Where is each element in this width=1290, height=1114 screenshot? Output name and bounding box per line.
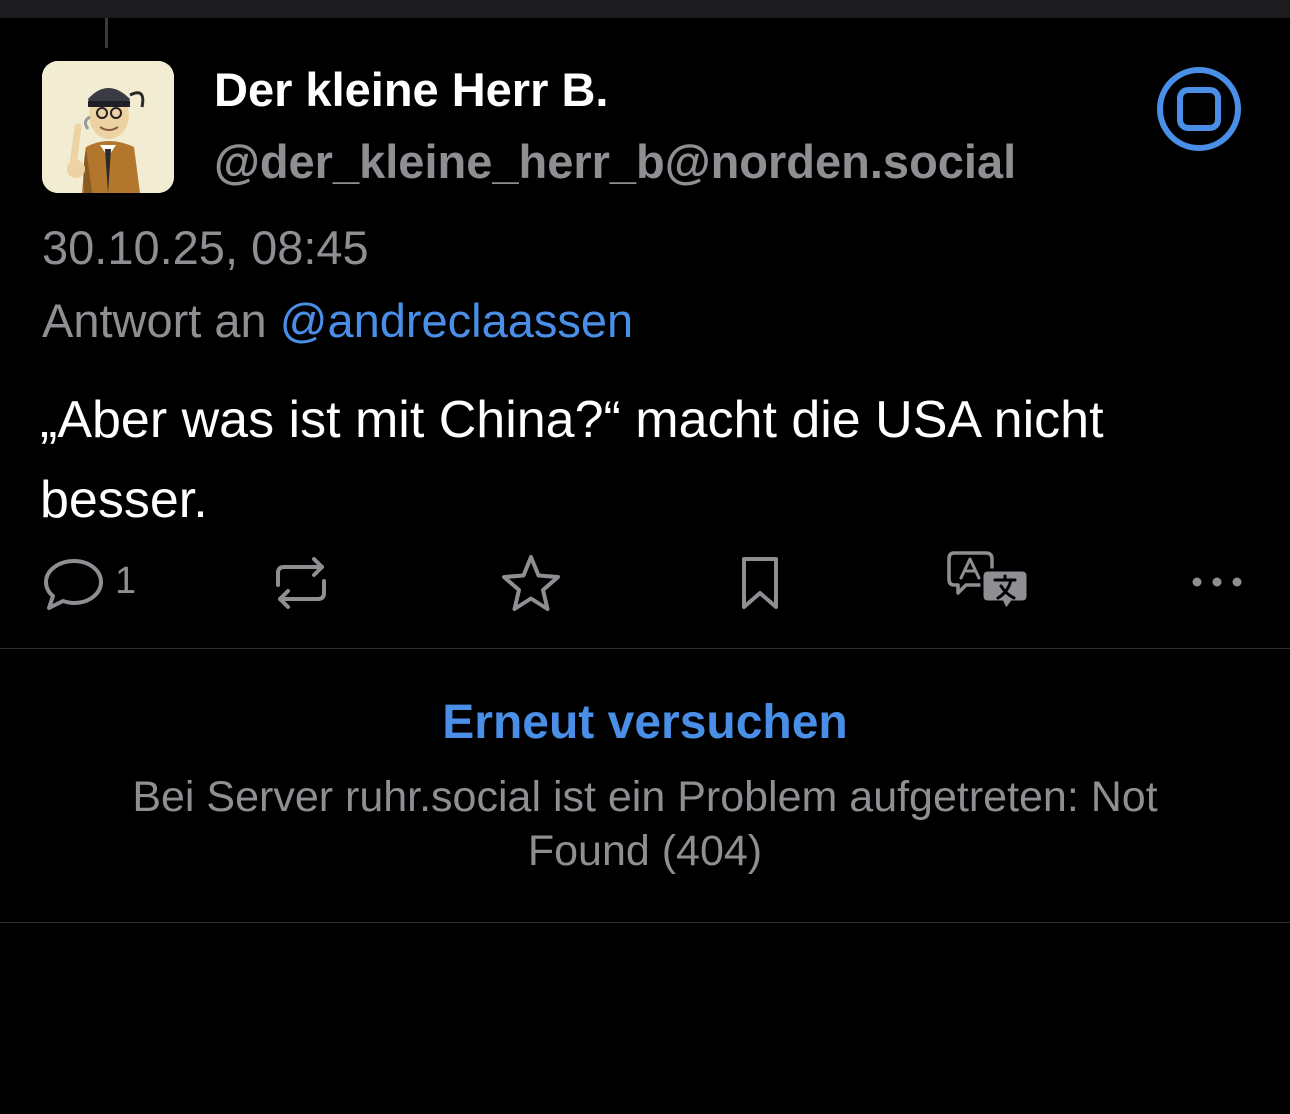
bookmark-icon[interactable] bbox=[738, 553, 782, 613]
error-message: Bei Server ruhr.social ist ein Problem a… bbox=[132, 773, 1158, 875]
account-handle[interactable]: @der_kleine_herr_b@norden.social bbox=[214, 134, 1016, 189]
avatar[interactable] bbox=[42, 61, 174, 193]
star-icon[interactable] bbox=[500, 553, 562, 613]
reply-count: 1 bbox=[115, 560, 137, 602]
top-bar bbox=[0, 0, 1290, 18]
reply-mention-link[interactable]: @andreclaassen bbox=[280, 294, 633, 347]
bot-badge-icon[interactable] bbox=[1156, 66, 1242, 152]
ellipsis-icon[interactable] bbox=[1190, 565, 1244, 625]
divider bbox=[0, 648, 1290, 649]
divider bbox=[0, 922, 1290, 923]
display-name[interactable]: Der kleine Herr B. bbox=[214, 62, 608, 117]
retry-button[interactable]: Erneut versuchen bbox=[0, 695, 1290, 750]
reply-to-line: Antwort an @andreclaassen bbox=[42, 293, 633, 348]
reply-prefix: Antwort an bbox=[42, 294, 267, 347]
post-timestamp: 30.10.25, 08:45 bbox=[42, 221, 369, 274]
repost-arrows-icon[interactable] bbox=[268, 553, 334, 613]
translate-icon[interactable] bbox=[946, 550, 1030, 613]
post-content: „Aber was ist mit China?“ macht die USA … bbox=[40, 391, 1104, 529]
avatar-illustration bbox=[42, 61, 174, 193]
thread-connector-line bbox=[105, 18, 108, 48]
speech-bubble-icon[interactable] bbox=[42, 553, 106, 613]
